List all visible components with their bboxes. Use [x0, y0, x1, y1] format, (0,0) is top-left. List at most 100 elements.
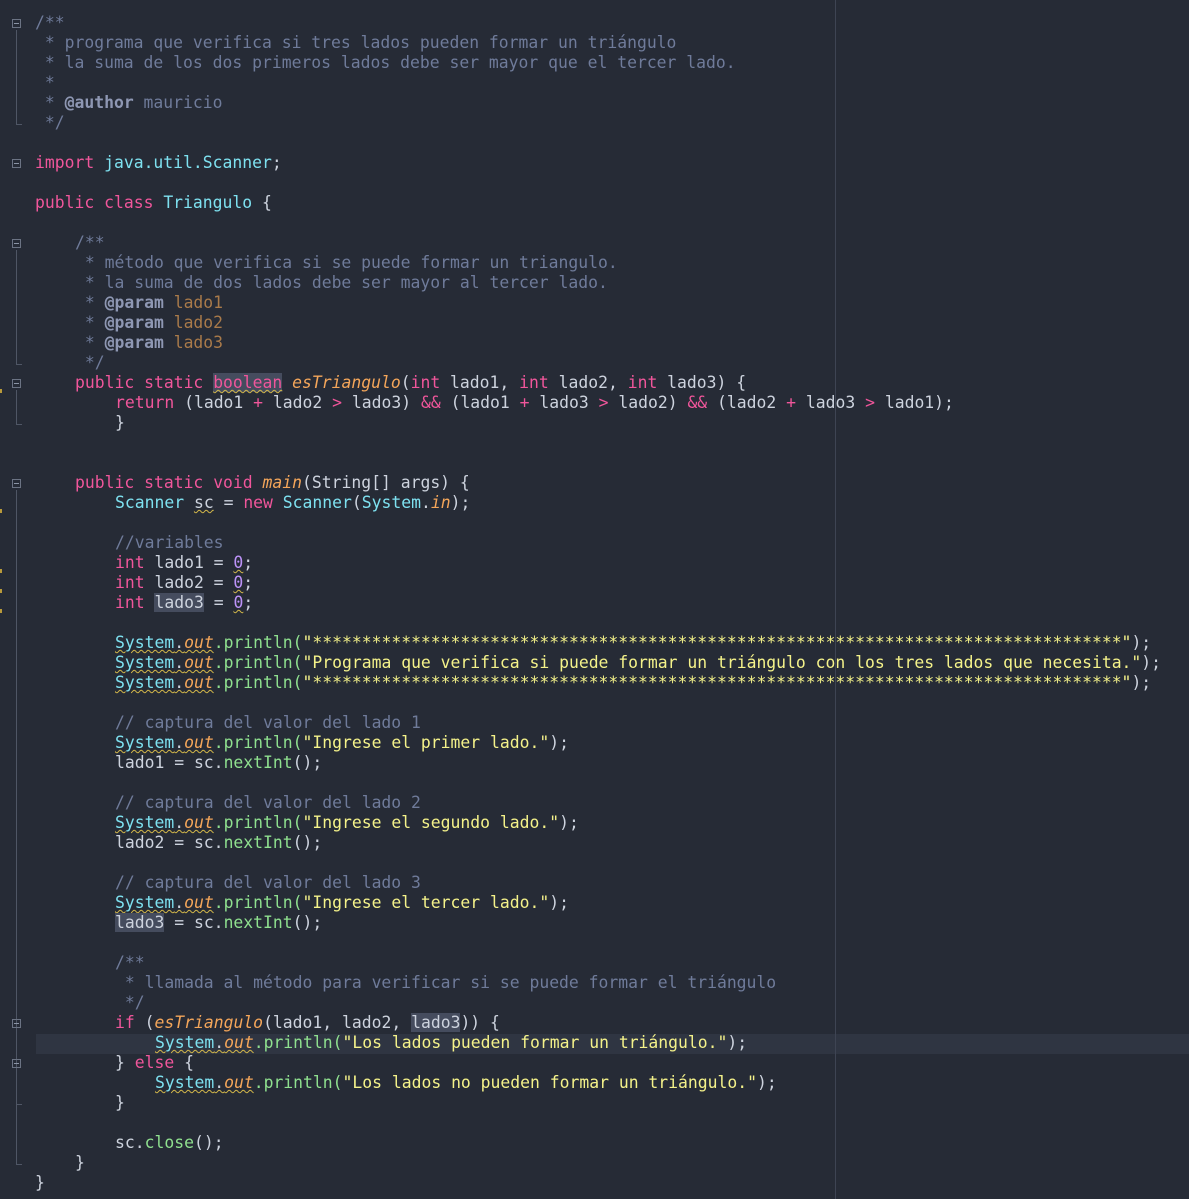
- operator: &&: [687, 393, 708, 412]
- comment: // captura del valor del lado 2: [115, 793, 421, 812]
- fold-toggle-icon[interactable]: [12, 479, 21, 488]
- comment: *: [75, 313, 105, 332]
- variable: lado3: [115, 913, 165, 932]
- code-line: // captura del valor del lado 1: [115, 713, 421, 733]
- fold-guide-end: [16, 1164, 22, 1165]
- punctuation: ();: [292, 753, 323, 772]
- punctuation: }: [75, 1153, 85, 1172]
- code-line: /**: [115, 953, 145, 973]
- fold-toggle-icon[interactable]: [12, 19, 21, 28]
- number-literal: 0: [233, 553, 244, 572]
- method-call: .println(: [213, 893, 303, 912]
- comment: * programa que verifica si tres lados pu…: [35, 33, 677, 52]
- fold-toggle-icon[interactable]: [12, 379, 21, 388]
- method-call: nextInt: [223, 753, 293, 772]
- static-field: out: [184, 893, 214, 912]
- punctuation: ;: [243, 553, 254, 572]
- code-line: System.out.println("Los lados no pueden …: [155, 1073, 777, 1093]
- punctuation: .: [174, 813, 185, 832]
- punctuation: );: [756, 1073, 777, 1092]
- keyword: void: [213, 473, 253, 492]
- editor-gutter: [0, 0, 30, 1199]
- string-literal: "Ingrese el segundo lado.": [302, 813, 560, 832]
- keyword: class: [104, 193, 154, 212]
- punctuation: .: [214, 1033, 225, 1052]
- number-literal: 0: [233, 573, 244, 592]
- expression: (lado2: [707, 393, 787, 412]
- code-line: * la suma de los dos primeros lados debe…: [35, 53, 736, 73]
- class-name: Scanner: [115, 493, 185, 512]
- code-line: System.out.println("********************…: [115, 633, 1151, 653]
- method-call: .println(: [213, 633, 303, 652]
- punctuation: ();: [193, 1133, 224, 1152]
- punctuation: ;: [271, 153, 282, 172]
- fold-guide-end: [16, 424, 22, 425]
- punctuation: }: [115, 413, 125, 432]
- right-margin-ruler: [835, 0, 836, 1199]
- punctuation: ;: [243, 573, 254, 592]
- parameter-list: (String[] args) {: [302, 473, 470, 492]
- fold-toggle-icon[interactable]: [12, 159, 21, 168]
- class-name: System: [115, 633, 175, 652]
- code-line: Scanner sc = new Scanner(System.in);: [115, 493, 470, 513]
- comment: *: [75, 293, 105, 312]
- method-call: .println(: [213, 673, 303, 692]
- keyword: int: [627, 373, 658, 392]
- fold-guide-end: [16, 124, 22, 125]
- code-line: lado3 = sc.nextInt();: [115, 913, 322, 933]
- expression: lado3: [796, 393, 866, 412]
- code-line: /**: [75, 233, 105, 253]
- method-call: close: [144, 1133, 194, 1152]
- static-field: out: [184, 813, 214, 832]
- code-line: // captura del valor del lado 2: [115, 793, 421, 813]
- code-line: System.out.println("Programa que verific…: [115, 653, 1161, 673]
- code-line: System.out.println("Los lados pueden for…: [155, 1033, 747, 1053]
- code-line: int lado2 = 0;: [115, 573, 253, 593]
- punctuation: ();: [292, 833, 323, 852]
- code-editor[interactable]: /** * programa que verifica si tres lado…: [0, 0, 1189, 1199]
- comment: *: [35, 93, 65, 112]
- comment: * llamada al método para verificar si se…: [115, 973, 777, 992]
- punctuation: .: [174, 733, 185, 752]
- punctuation: .: [174, 653, 185, 672]
- punctuation: (: [134, 1013, 155, 1032]
- code-line: }: [35, 1173, 45, 1193]
- comment: mauricio: [133, 93, 223, 112]
- string-literal: "Ingrese el primer lado.": [302, 733, 550, 752]
- punctuation: .: [174, 893, 185, 912]
- class-name: System: [115, 673, 175, 692]
- static-field: out: [224, 1033, 254, 1052]
- class-name: System: [115, 733, 175, 752]
- javadoc-param: lado2: [163, 313, 224, 332]
- fold-toggle-icon[interactable]: [12, 1019, 21, 1028]
- string-literal: "Los lados pueden formar un triángulo.": [342, 1033, 728, 1052]
- javadoc-tag: @param: [104, 313, 164, 332]
- method-call: .println(: [213, 813, 303, 832]
- code-line: }: [115, 1093, 125, 1113]
- expression: lado2: [263, 393, 333, 412]
- punctuation: );: [1131, 673, 1152, 692]
- fold-toggle-icon[interactable]: [12, 1059, 21, 1068]
- method-call: .println(: [253, 1033, 343, 1052]
- expression: = sc.: [164, 913, 224, 932]
- javadoc-tag: @param: [104, 333, 164, 352]
- punctuation: );: [1141, 653, 1162, 672]
- comment: //variables: [115, 533, 224, 552]
- code-line: * programa que verifica si tres lados pu…: [35, 33, 677, 53]
- keyword: import: [35, 153, 95, 172]
- code-line: * la suma de dos lados debe ser mayor al…: [75, 273, 608, 293]
- punctuation: );: [727, 1033, 748, 1052]
- comment: * método que verifica si se puede formar…: [75, 253, 618, 272]
- comment: *: [75, 333, 105, 352]
- fold-toggle-icon[interactable]: [12, 239, 21, 248]
- keyword: new: [243, 493, 273, 512]
- code-line: sc.close();: [115, 1133, 224, 1153]
- punctuation: .: [214, 1073, 225, 1092]
- code-line: /**: [35, 13, 65, 33]
- punctuation: (: [400, 373, 411, 392]
- class-name: System: [115, 893, 175, 912]
- expression: lado3: [529, 393, 599, 412]
- comment: */: [75, 353, 105, 372]
- static-field: out: [224, 1073, 254, 1092]
- method-call: .println(: [213, 733, 303, 752]
